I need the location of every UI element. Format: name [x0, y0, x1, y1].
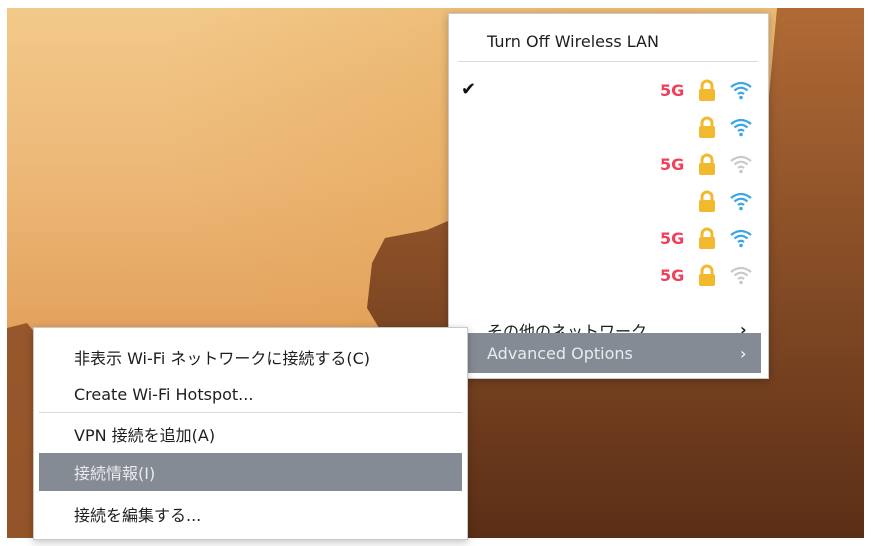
- band-5g-badge: 5G: [660, 229, 685, 248]
- network-item[interactable]: [449, 183, 768, 220]
- create-hotspot-item[interactable]: Create Wi-Fi Hotspot...: [34, 375, 467, 413]
- menu-divider: [458, 61, 758, 62]
- edit-connections-label: 接続を編集する...: [74, 506, 202, 525]
- wifi-signal-icon: [730, 229, 752, 248]
- wifi-signal-icon: [730, 118, 752, 137]
- lock-icon: [699, 153, 715, 175]
- connect-hidden-wifi-label: 非表示 Wi-Fi ネットワークに接続する(C): [74, 349, 371, 368]
- checkmark-icon: ✔: [461, 79, 477, 100]
- add-vpn-label: VPN 接続を追加(A): [74, 426, 216, 445]
- network-item[interactable]: 5G: [449, 257, 768, 294]
- lock-icon: [699, 264, 715, 286]
- wifi-signal-icon: [730, 81, 752, 100]
- wifi-signal-icon: [730, 266, 752, 285]
- add-vpn-item[interactable]: VPN 接続を追加(A): [34, 415, 467, 453]
- network-item[interactable]: 5G: [449, 146, 768, 183]
- connection-info-item[interactable]: 接続情報(I): [39, 453, 462, 491]
- lock-icon: [699, 190, 715, 212]
- menu-divider: [39, 412, 462, 413]
- network-item[interactable]: [449, 109, 768, 146]
- lock-icon: [699, 116, 715, 138]
- turn-off-wireless-item[interactable]: Turn Off Wireless LAN: [449, 23, 768, 60]
- network-item[interactable]: ✔ 5G: [449, 72, 768, 109]
- band-5g-badge: 5G: [660, 266, 685, 285]
- advanced-options-submenu: 非表示 Wi-Fi ネットワークに接続する(C) Create Wi-Fi Ho…: [33, 327, 468, 540]
- advanced-options-label: Advanced Options: [487, 343, 633, 363]
- network-menu: Turn Off Wireless LAN ✔ 5G 5G 5G 5G その他のネットワ…: [448, 13, 769, 379]
- wifi-signal-icon: [730, 192, 752, 211]
- lock-icon: [699, 79, 715, 101]
- band-5g-badge: 5G: [660, 81, 685, 100]
- chevron-right-icon: ›: [740, 344, 747, 363]
- connection-info-label: 接続情報(I): [74, 464, 156, 483]
- edit-connections-item[interactable]: 接続を編集する...: [34, 495, 467, 533]
- connect-hidden-wifi-item[interactable]: 非表示 Wi-Fi ネットワークに接続する(C): [34, 338, 467, 376]
- band-5g-badge: 5G: [660, 155, 685, 174]
- network-item[interactable]: 5G: [449, 220, 768, 257]
- turn-off-wireless-label: Turn Off Wireless LAN: [487, 32, 659, 51]
- advanced-options-item[interactable]: Advanced Options ›: [458, 333, 761, 373]
- wifi-signal-icon: [730, 155, 752, 174]
- lock-icon: [699, 227, 715, 249]
- create-hotspot-label: Create Wi-Fi Hotspot...: [74, 384, 254, 404]
